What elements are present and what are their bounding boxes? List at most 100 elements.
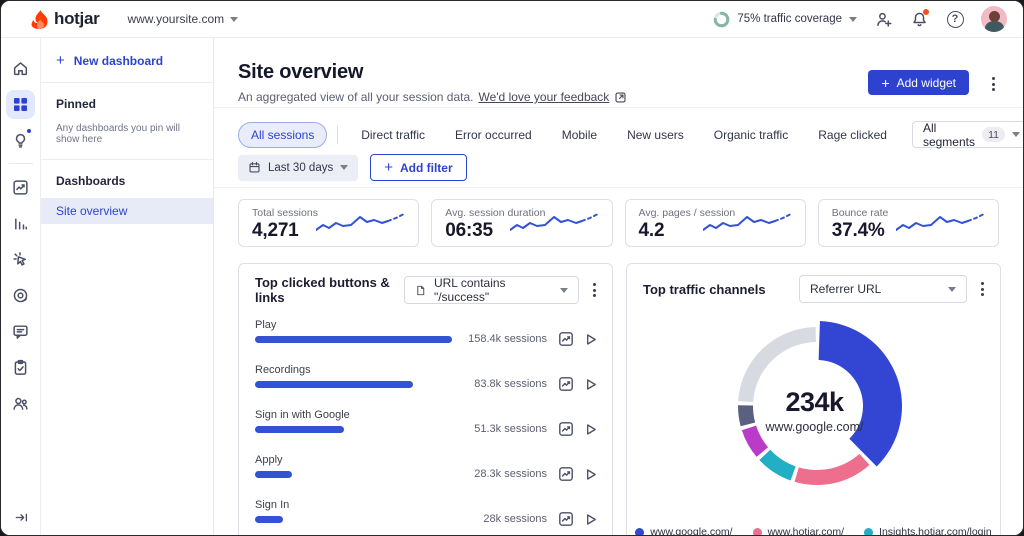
play-recordings-button[interactable] [583,332,598,347]
new-dashboard-label: New dashboard [74,54,163,68]
nav-ideas[interactable] [1,122,41,158]
invite-user-button[interactable] [873,9,893,29]
donut-segment-www.google.com/[interactable] [819,321,902,466]
nav-trends[interactable] [1,169,41,205]
user-avatar[interactable] [981,6,1007,32]
trend-square-icon [558,331,574,347]
feedback-bubble-icon [12,323,29,340]
stat-card: Bounce rate 37.4% [818,199,999,247]
nav-funnels[interactable] [1,205,41,241]
traffic-coverage-dropdown[interactable]: 75% traffic coverage [713,11,857,28]
view-heatmap-button[interactable] [558,376,574,392]
all-segments-dropdown[interactable]: All segments 11 [912,121,1023,148]
trend-square-icon [558,376,574,392]
segments-count-badge: 11 [982,127,1005,142]
top-clicked-title: Top clicked buttons & links [255,275,404,305]
traffic-donut-svg[interactable] [627,307,1002,519]
filter-chip-new-users[interactable]: New users [614,122,697,148]
view-heatmap-button[interactable] [558,466,574,482]
subtitle-text: An aggregated view of all your session d… [238,90,473,104]
sparkline-chart [316,211,408,239]
referrer-url-label: Referrer URL [810,282,881,296]
pinned-section-title: Pinned [41,83,213,111]
add-widget-button[interactable]: + Add widget [868,70,969,95]
donut-segment-Insights.hotjar.com/login[interactable] [759,450,795,481]
play-recordings-button[interactable] [583,512,598,527]
divider [214,187,1023,188]
nav-interviews[interactable] [1,385,41,421]
referrer-url-dropdown[interactable]: Referrer URL [799,275,967,303]
add-filter-button[interactable]: + Add filter [370,154,466,181]
trends-chart-icon [12,179,29,196]
stat-card: Total sessions 4,271 [238,199,419,247]
filter-chip-error-occurred[interactable]: Error occurred [442,122,545,148]
legend-label: www.google.com/ [650,526,732,535]
donut-segment[interactable] [742,426,768,457]
nav-dashboards-active[interactable] [1,86,41,122]
page-options-menu[interactable] [988,73,999,95]
dashboards-grid-icon [13,97,28,112]
filter-chip-organic-traffic[interactable]: Organic traffic [701,122,801,148]
feedback-link[interactable]: We'd love your feedback [478,90,609,104]
play-icon [583,467,598,482]
play-recordings-button[interactable] [583,467,598,482]
play-recordings-button[interactable] [583,377,598,392]
sessions-bar [255,381,413,388]
notifications-button[interactable] [909,9,929,29]
sparkline-chart [896,211,988,239]
hotjar-dashboard-window: hotjar www.yoursite.com 75% traffic cove… [0,0,1024,536]
trend-square-icon [558,511,574,527]
trend-square-icon [558,421,574,437]
sessions-bar [255,336,452,343]
nav-home[interactable] [1,50,41,86]
clicked-item-label: Play [255,319,598,331]
donut-segment[interactable] [738,327,816,402]
play-recordings-button[interactable] [583,422,598,437]
play-icon [583,332,598,347]
hotjar-logo[interactable]: hotjar [31,9,99,29]
navigation-rail [1,38,41,536]
traffic-channels-card: Top traffic channels Referrer URL 234k w… [626,263,1001,535]
divider [214,107,1023,108]
nav-surveys[interactable] [1,349,41,385]
date-range-dropdown[interactable]: Last 30 days [238,155,358,181]
legend-label: www.hotjar.com/ [768,526,844,535]
plus-icon: + [384,159,393,176]
view-heatmap-button[interactable] [558,421,574,437]
traffic-options-menu[interactable] [977,278,988,300]
clicked-item-row: Sign In 28k sessions [255,499,598,535]
donut-segment[interactable] [738,405,755,426]
top-clicked-options-menu[interactable] [589,279,600,301]
help-button[interactable]: ? [945,9,965,29]
trend-square-icon [558,466,574,482]
clicked-item-row: Play 158.4k sessions [255,319,598,355]
sessions-count: 158.4k sessions [468,333,547,345]
filter-chip-direct-traffic[interactable]: Direct traffic [348,122,438,148]
plus-icon: + [881,75,889,91]
stat-card: Avg. pages / session 4.2 [625,199,806,247]
site-selector[interactable]: www.yoursite.com [127,12,238,26]
collapse-sidebar-button[interactable] [1,510,41,525]
site-selector-label: www.yoursite.com [127,12,224,26]
chevron-down-icon [560,288,568,293]
new-dashboard-button[interactable]: + New dashboard [41,38,213,82]
sessions-bar [255,471,292,478]
rail-divider [9,163,33,164]
pinned-empty-text: Any dashboards you pin will show here [41,111,213,159]
nav-recordings[interactable] [1,277,41,313]
view-heatmap-button[interactable] [558,511,574,527]
calendar-icon [248,161,261,174]
filter-chip-all-sessions[interactable]: All sessions [238,122,327,148]
add-filter-label: Add filter [400,161,453,175]
url-filter-dropdown[interactable]: URL contains "/success" [404,276,579,304]
view-heatmap-button[interactable] [558,331,574,347]
chevron-down-icon [1012,132,1020,137]
donut-segment-www.hotjar.com/[interactable] [795,454,870,485]
nav-heatmaps[interactable] [1,241,41,277]
traffic-header: Top traffic channels Referrer URL [627,264,1000,303]
filter-chip-mobile[interactable]: Mobile [549,122,610,148]
filter-chip-rage-clicked[interactable]: Rage clicked [805,122,900,148]
nav-feedback[interactable] [1,313,41,349]
collapse-arrow-icon [14,510,29,525]
sidebar-item-site-overview[interactable]: Site overview [41,198,213,224]
